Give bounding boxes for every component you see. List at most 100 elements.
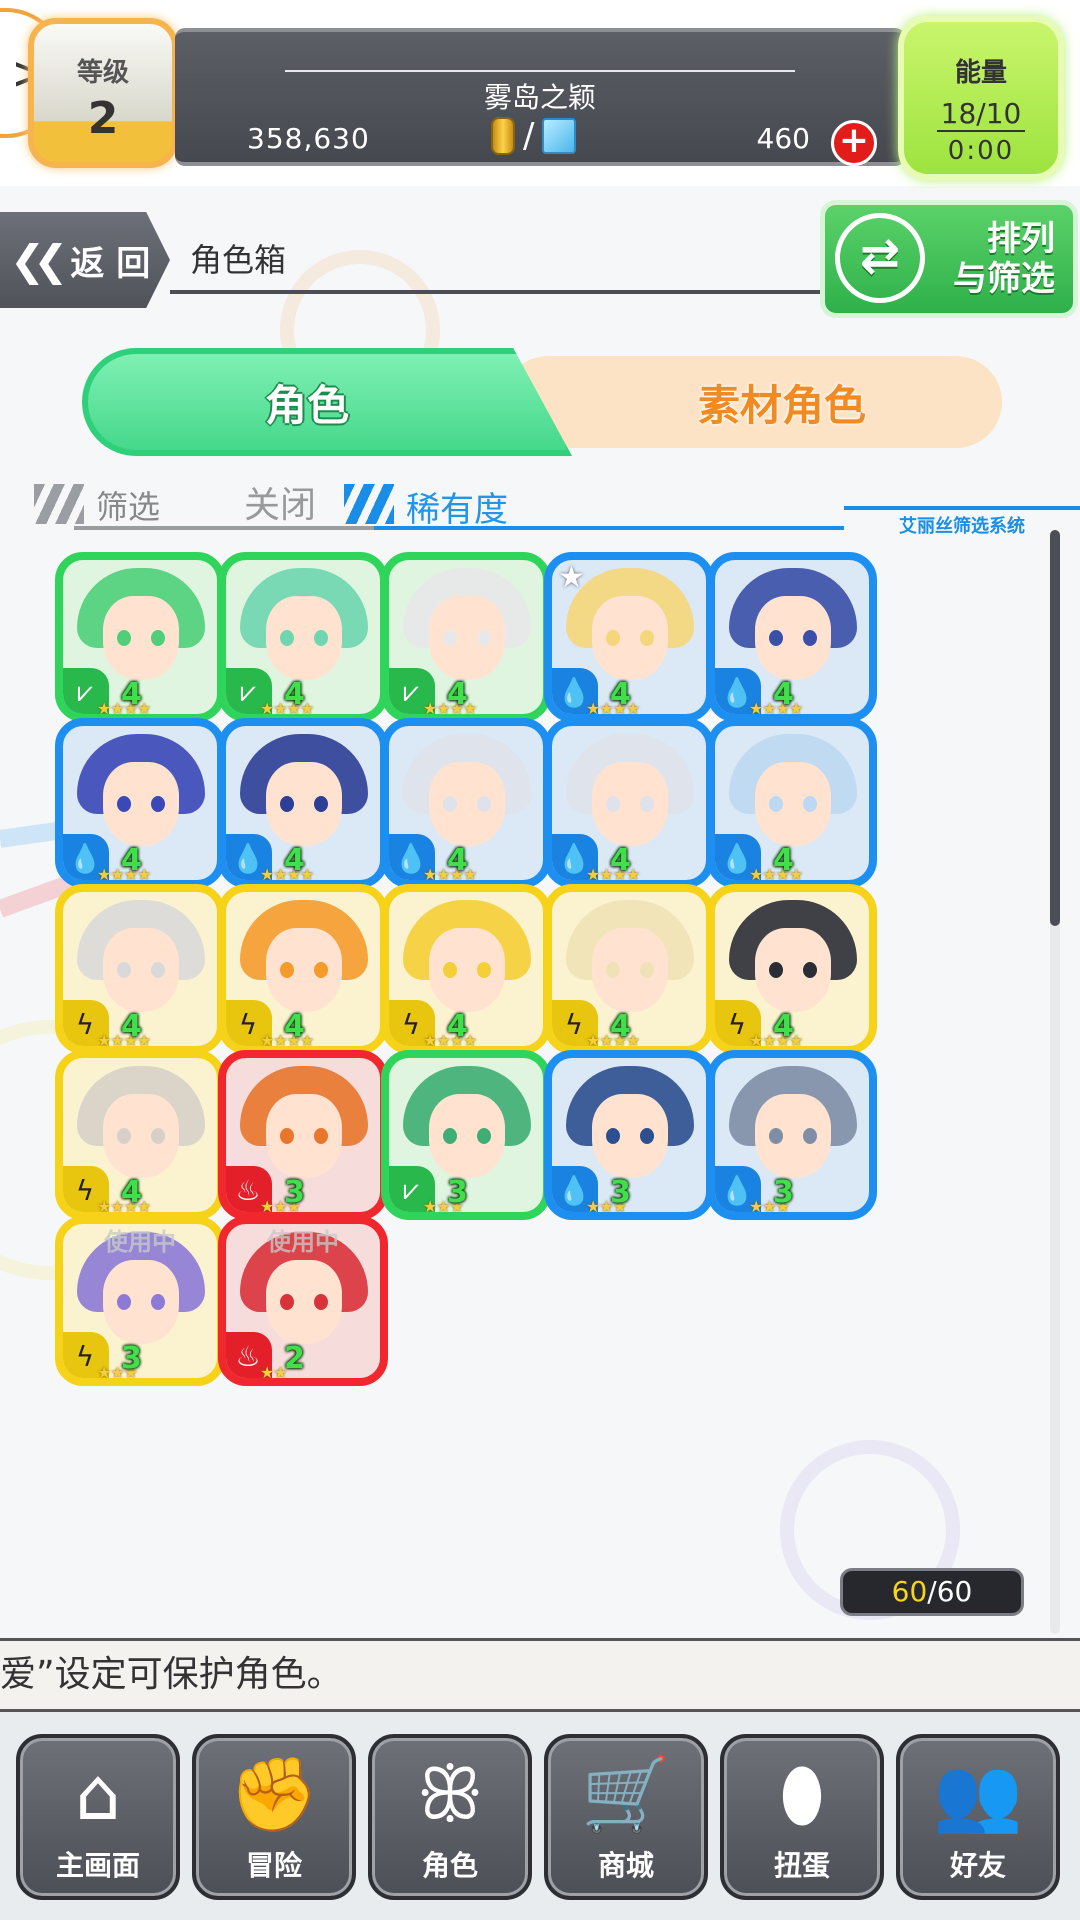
sort-rarity-label[interactable]: 稀有度 xyxy=(406,482,508,531)
character-card[interactable]: ϟ ★★★★ 4 xyxy=(544,884,714,1054)
portrait-eye xyxy=(443,1128,457,1144)
gem-icon xyxy=(542,118,577,154)
character-card[interactable]: 💧 ★★★★ 4 xyxy=(544,718,714,888)
filter-system-label: 艾丽丝筛选系统 xyxy=(844,506,1080,537)
portrait-face xyxy=(103,596,179,680)
character-card[interactable]: 使用中 ϟ ★★★ 3 xyxy=(55,1216,225,1386)
home-icon: ⌂ xyxy=(75,1752,121,1836)
currency-icons: / xyxy=(491,116,577,156)
portrait-face xyxy=(429,762,505,846)
portrait-face xyxy=(429,596,505,680)
sort-filter-button[interactable]: ⇄ 排列 与筛选 xyxy=(820,200,1078,318)
portrait-eye xyxy=(314,630,328,646)
character-level: 4 xyxy=(610,1009,631,1044)
character-level: 2 xyxy=(284,1341,305,1376)
hint-ticker: 爱”设定可保护角色。 xyxy=(0,1638,1080,1712)
character-card[interactable]: ⩗ ★★★ 3 xyxy=(381,1050,551,1220)
double-chevron-left-icon: ❮❮ xyxy=(10,235,68,285)
character-card[interactable]: 💧 ★★★★ 4 xyxy=(707,552,877,722)
tab-characters[interactable]: 角色 xyxy=(82,348,572,456)
portrait-eye xyxy=(477,630,491,646)
nav-handshake-button[interactable]: ✊ 冒险 xyxy=(192,1734,356,1900)
character-level: 4 xyxy=(121,1175,142,1210)
portrait-eye xyxy=(640,630,654,646)
portrait-eye xyxy=(280,1294,294,1310)
energy-panel[interactable]: 能量 18/10 0:00 xyxy=(898,16,1064,180)
tab-material-characters[interactable]: 素材角色 xyxy=(502,356,1002,448)
character-card[interactable]: ϟ ★★★★ 4 xyxy=(707,884,877,1054)
character-level: 3 xyxy=(121,1341,142,1376)
character-level: 4 xyxy=(447,843,468,878)
character-level: 4 xyxy=(284,843,305,878)
portrait-eye xyxy=(314,796,328,812)
handshake-icon: ✊ xyxy=(229,1752,319,1836)
nav-home-button[interactable]: ⌂ 主画面 xyxy=(16,1734,180,1900)
page-title-bar: 角色箱 xyxy=(170,226,870,294)
character-card[interactable]: 💧 ★★★★ 4 xyxy=(381,718,551,888)
nav-rabbit-button[interactable]: ꕥ 角色 xyxy=(368,1734,532,1900)
top-status-bar: > 等级 2 雾岛之颖 358,630 / 460 + 能量 18/10 0:0… xyxy=(0,0,1080,186)
energy-timer: 0:00 xyxy=(947,136,1015,166)
portrait-face xyxy=(755,596,831,680)
character-card[interactable]: 💧 ★★★ 3 xyxy=(544,1050,714,1220)
energy-label: 能量 xyxy=(954,58,1007,88)
portrait-eye xyxy=(117,1128,131,1144)
character-level: 4 xyxy=(284,1009,305,1044)
character-card[interactable]: ♨ ★★★ 3 xyxy=(218,1050,388,1220)
portrait-eye xyxy=(640,1128,654,1144)
character-card[interactable]: 💧 ★★★★ 4 xyxy=(218,718,388,888)
character-level: 4 xyxy=(447,1009,468,1044)
portrait-eye xyxy=(117,1294,131,1310)
rabbit-sort-icon: ⇄ xyxy=(835,213,925,303)
player-level[interactable]: 等级 2 xyxy=(28,18,178,168)
bottom-navigation: ⌂ 主画面 ✊ 冒险 ꕥ 角色 🛒 商城 ⬮ 扭蛋 👥 好友 xyxy=(0,1712,1080,1920)
nav-label: 好友 xyxy=(949,1849,1006,1882)
character-card[interactable]: 💧 ★★★★ 4 xyxy=(55,718,225,888)
nav-egg-button[interactable]: ⬮ 扭蛋 xyxy=(720,1734,884,1900)
character-level: 3 xyxy=(610,1175,631,1210)
nav-label: 冒险 xyxy=(245,1849,302,1882)
nav-cart-button[interactable]: 🛒 商城 xyxy=(544,1734,708,1900)
portrait-eye xyxy=(477,962,491,978)
nav-friends-button[interactable]: 👥 好友 xyxy=(896,1734,1060,1900)
portrait-face xyxy=(266,1260,342,1344)
filter-toggle[interactable]: 关闭 xyxy=(244,476,316,528)
character-level: 4 xyxy=(610,677,631,712)
in-use-label: 使用中 xyxy=(104,1228,176,1256)
capacity-current: 60 xyxy=(891,1575,928,1608)
character-level: 4 xyxy=(121,1009,142,1044)
portrait-face xyxy=(755,762,831,846)
portrait-face xyxy=(103,928,179,1012)
portrait-face xyxy=(592,928,668,1012)
character-card[interactable]: ϟ ★★★★ 4 xyxy=(55,884,225,1054)
character-card[interactable]: 使用中 ♨ ★★ 2 xyxy=(218,1216,388,1386)
portrait-face xyxy=(266,928,342,1012)
divider xyxy=(285,70,795,72)
character-level: 3 xyxy=(773,1175,794,1210)
rarity-stars: ★★ xyxy=(260,1363,288,1382)
favorite-star-icon: ★ xyxy=(558,560,585,595)
character-card[interactable]: 💧 ★★★★ 4 xyxy=(707,718,877,888)
character-card[interactable]: ⩗ ★★★★ 4 xyxy=(381,552,551,722)
character-card[interactable]: ϟ ★★★★ 4 xyxy=(55,1050,225,1220)
scrollbar-thumb[interactable] xyxy=(1050,530,1060,926)
nav-label: 扭蛋 xyxy=(773,1849,830,1882)
character-card[interactable]: 💧 ★★★ 3 xyxy=(707,1050,877,1220)
character-card[interactable]: ★ 💧 ★★★★ 4 xyxy=(544,552,714,722)
character-card[interactable]: ⩗ ★★★★ 4 xyxy=(55,552,225,722)
character-level: 4 xyxy=(447,677,468,712)
back-button[interactable]: ❮❮ 返 回 xyxy=(0,212,170,308)
add-gems-button[interactable]: + xyxy=(831,120,877,166)
portrait-eye xyxy=(769,796,783,812)
capacity-max: 60 xyxy=(936,1575,973,1608)
portrait-eye xyxy=(803,1128,817,1144)
portrait-eye xyxy=(803,796,817,812)
portrait-eye xyxy=(314,1128,328,1144)
character-card[interactable]: ⩗ ★★★★ 4 xyxy=(218,552,388,722)
character-card[interactable]: ϟ ★★★★ 4 xyxy=(381,884,551,1054)
portrait-eye xyxy=(280,1128,294,1144)
filter-label[interactable]: 筛选 xyxy=(96,482,160,528)
portrait-eye xyxy=(606,630,620,646)
character-card[interactable]: ϟ ★★★★ 4 xyxy=(218,884,388,1054)
capacity-separator: / xyxy=(927,1575,937,1608)
